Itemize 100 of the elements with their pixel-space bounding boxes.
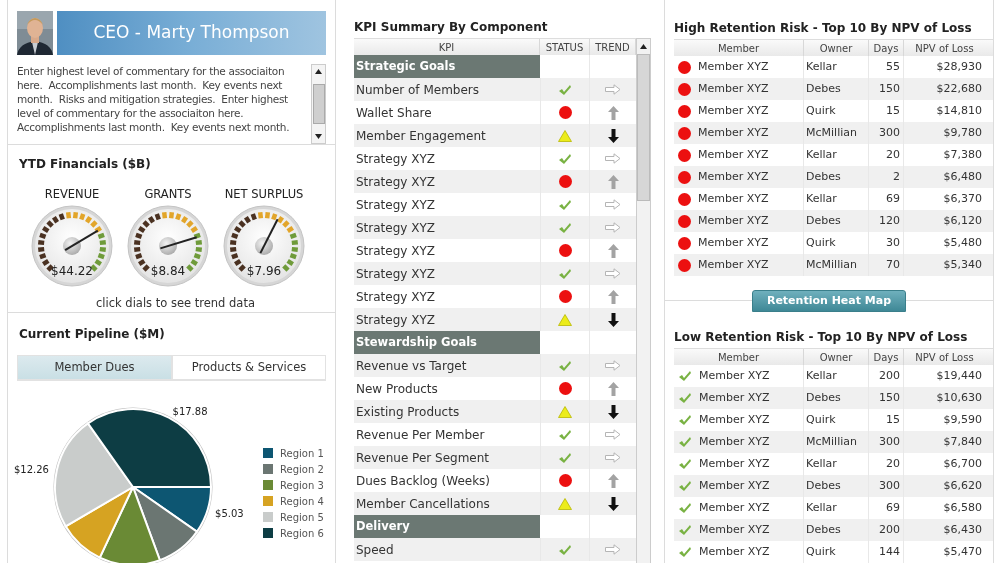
kpi-name: Strategy XYZ: [355, 196, 436, 214]
npv-cell-text: $5,470: [942, 543, 983, 560]
kpi-name: Strategy XYZ: [355, 150, 436, 168]
slice-value-label: $5.03: [215, 508, 244, 520]
member-name: Member XYZ: [698, 102, 769, 119]
member-name: Member XYZ: [699, 521, 770, 538]
scroll-up-icon[interactable]: [640, 44, 647, 49]
ceo-title: CEO - Marty Thompson: [93, 21, 290, 45]
member-name: Member XYZ: [699, 543, 770, 560]
gauge-value: $7.96: [246, 264, 282, 278]
member-name: Member XYZ: [698, 212, 769, 229]
kpi-name: Strategy XYZ: [355, 173, 436, 191]
kpi-name: Strategy XYZ: [355, 311, 436, 329]
legend-label: Region 2: [280, 462, 324, 477]
days-cell: 70: [869, 254, 904, 276]
kpi-name: Revenue Per Segment: [355, 449, 490, 467]
member-name: Member XYZ: [698, 168, 769, 185]
legend-swatch: [263, 480, 273, 491]
member-name: Member XYZ: [698, 190, 769, 207]
gauge-dial[interactable]: [127, 205, 209, 287]
member-name: Member XYZ: [698, 234, 769, 251]
kpi-name: Member Engagement: [355, 127, 487, 145]
member-name: Member XYZ: [698, 80, 769, 97]
kpi-name: Member Cancellations: [355, 495, 491, 513]
member-name: Member XYZ: [699, 499, 770, 516]
legend-swatch: [263, 448, 273, 459]
legend-label: Region 3: [280, 478, 324, 493]
npv-cell-text: $28,930: [935, 58, 983, 75]
kpi-name: Speed: [355, 541, 395, 559]
npv-cell-text: $6,700: [942, 455, 983, 472]
group-header: Delivery: [354, 515, 540, 538]
member-name: Member XYZ: [698, 256, 769, 273]
slice-value-label: $12.26: [13, 464, 49, 475]
slice-value-label: $17.88: [172, 405, 208, 417]
column-header: NPV of Loss: [914, 41, 975, 56]
npv-cell-text: $5,340: [942, 256, 983, 273]
gauge-dial[interactable]: [31, 205, 113, 287]
section-title: KPI Summary By Component: [354, 19, 549, 35]
kpi-name: Strategy XYZ: [355, 265, 436, 283]
gauge-value: $8.84: [150, 264, 186, 278]
section-title: YTD Financials ($B): [19, 156, 152, 173]
dial-hint: click dials to see trend data: [96, 295, 255, 312]
group-header: Stewardship Goals: [354, 331, 540, 354]
npv-cell-text: $7,840: [942, 433, 983, 450]
kpi-name: Dues Backlog (Weeks): [355, 472, 492, 490]
column-header: NPV of Loss: [914, 350, 975, 365]
npv-cell-text: $6,370: [942, 190, 983, 207]
npv-cell-text: $6,430: [942, 521, 983, 538]
legend-swatch: [263, 496, 273, 507]
npv-cell-text: $14,810: [935, 102, 983, 119]
commentary-text: Enter highest level of commentary for the associaiton here. Accomplishments last month. Key events next month. Risks and mitigation strategies. Enter highest level of commentary for the associaiton here. Accomplishments last month. Key events next month.: [17, 64, 291, 135]
table-title: High Retention Risk - Top 10 By NPV of Loss: [674, 20, 973, 36]
tab[interactable]: Member Dues: [17, 355, 172, 381]
kpi-name: Revenue vs Target: [355, 357, 468, 375]
legend-label: Region 4: [280, 494, 324, 509]
kpi-name: New Products: [355, 380, 439, 398]
tab[interactable]: Products & Services: [172, 355, 326, 381]
owner-cell: Quirk: [804, 541, 869, 563]
scrollbar[interactable]: [311, 64, 326, 144]
kpi-name: Number of Members: [355, 81, 480, 99]
legend-label: Region 6: [280, 526, 324, 541]
kpi-name: Existing Products: [355, 403, 461, 421]
npv-cell-text: $10,630: [935, 389, 983, 406]
member-name: Member XYZ: [698, 124, 769, 141]
npv-cell-text: $6,120: [942, 212, 983, 229]
legend-swatch: [263, 464, 273, 475]
member-name: Member XYZ: [699, 455, 770, 472]
scroll-thumb[interactable]: [637, 54, 650, 201]
scrollbar[interactable]: [636, 38, 651, 563]
gauge-label: NET SURPLUS: [224, 187, 304, 201]
legend-swatch: [263, 528, 273, 539]
npv-cell-text: $6,580: [942, 499, 983, 516]
scroll-down-icon[interactable]: [315, 134, 323, 139]
npv-cell-text: $9,780: [942, 124, 983, 141]
kpi-name: Revenue Per Member: [355, 426, 486, 444]
member-name: Member XYZ: [699, 367, 770, 384]
npv-cell-text: $9,590: [942, 411, 983, 428]
kpi-name: Strategy XYZ: [355, 288, 436, 306]
member-name: Member XYZ: [699, 477, 770, 494]
kpi-name: Strategy XYZ: [355, 219, 436, 237]
npv-cell-text: $22,680: [935, 80, 983, 97]
member-name: Member XYZ: [698, 58, 769, 75]
gauge-dial[interactable]: [223, 205, 305, 287]
member-name: Member XYZ: [698, 146, 769, 163]
member-name: Member XYZ: [699, 433, 770, 450]
table-title: Low Retention Risk - Top 10 By NPV of Loss: [674, 329, 969, 345]
member-name: Member XYZ: [699, 389, 770, 406]
kpi-name: Wallet Share: [355, 104, 433, 122]
group-header: Strategic Goals: [354, 55, 540, 78]
legend-label: Region 5: [280, 510, 324, 525]
gauge-value: $44.22: [51, 264, 93, 278]
npv-cell-text: $6,620: [942, 477, 983, 494]
npv-cell-text: $19,440: [935, 367, 983, 384]
scroll-up-icon[interactable]: [315, 69, 323, 74]
scroll-thumb[interactable]: [312, 84, 325, 124]
owner-cell: McMillian: [804, 254, 869, 276]
legend-label: Region 1: [280, 446, 324, 461]
days-cell: 144: [869, 541, 904, 563]
gauge-label: GRANTS: [144, 187, 192, 201]
npv-cell-text: $5,480: [942, 234, 983, 251]
